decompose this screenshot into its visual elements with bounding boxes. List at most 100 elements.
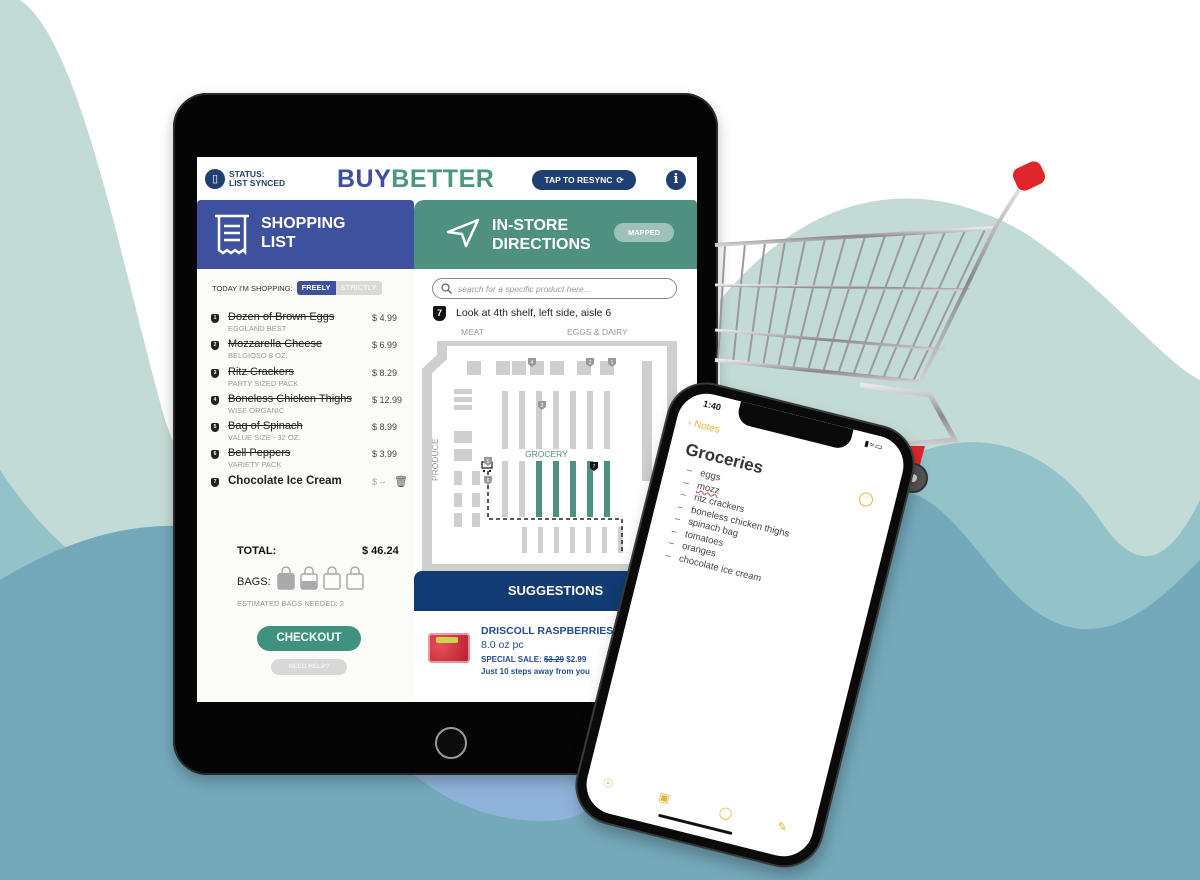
- checkout-button[interactable]: CHECKOUT: [257, 626, 361, 651]
- item-detail: EGGLAND BEST: [228, 324, 287, 333]
- side-shelf: [642, 361, 652, 481]
- checklist-icon[interactable]: ☉: [601, 775, 615, 791]
- item-number-badge: 6: [211, 450, 219, 460]
- item-price: $ 6.99: [372, 340, 398, 351]
- brand-better: BETTER: [391, 165, 495, 193]
- navigation-arrow-icon: [446, 218, 480, 248]
- suggestion-sale: SPECIAL SALE: $3.29 $2.99: [481, 655, 586, 664]
- refresh-icon: ⟳: [616, 174, 624, 185]
- bag-icon: [277, 566, 295, 590]
- svg-text:2: 2: [589, 360, 592, 366]
- produce-rack: [454, 397, 472, 402]
- step-number-badge: 7: [433, 306, 446, 321]
- tab-in-store-directions[interactable]: IN-STORE DIRECTIONS MAPPED: [414, 200, 697, 269]
- tab-shopping-list[interactable]: SHOPPING LIST: [197, 200, 414, 269]
- svg-text:4: 4: [531, 360, 534, 366]
- aisle-shelf-highlight: [604, 461, 610, 517]
- top-shelf: [496, 361, 510, 375]
- receipt-icon: [215, 214, 249, 256]
- top-shelf: [512, 361, 526, 375]
- aisle-shelf: [519, 461, 525, 517]
- item-number-badge: 1: [211, 314, 219, 323]
- item-number-badge: 7: [211, 477, 219, 487]
- compose-icon[interactable]: ✎: [776, 819, 789, 835]
- svg-text:6: 6: [487, 478, 490, 484]
- trash-icon[interactable]: 🗑: [394, 475, 408, 488]
- bags-estimate: ESTIMATED BAGS NEEDED: 2: [237, 599, 344, 608]
- note-list[interactable]: – eggs – mozz – ritz crackers – boneless chicke…: [664, 464, 800, 589]
- produce-bin: [472, 471, 480, 485]
- mapped-badge: MAPPED: [614, 223, 674, 242]
- mode-strictly[interactable]: STRICTLY: [335, 281, 382, 295]
- item-detail: PARTY SIZED PACK: [228, 378, 299, 388]
- total-label: TOTAL:: [237, 545, 277, 557]
- svg-text:1: 1: [611, 360, 614, 366]
- shopping-mode-label: TODAY I'M SHOPPING:: [212, 283, 293, 293]
- item-name: Bell Peppers: [228, 447, 291, 460]
- item-price: $ 3.99: [372, 449, 398, 460]
- svg-text:3: 3: [541, 403, 544, 409]
- aisle-shelf: [502, 391, 508, 449]
- camera-icon[interactable]: ▣: [657, 789, 671, 805]
- new-price: $2.99: [566, 655, 587, 664]
- map-marker-6[interactable]: 6: [484, 476, 492, 485]
- produce-bin: [472, 513, 480, 527]
- cart-handle-grip: [1012, 161, 1046, 191]
- shopping-mode-toggle[interactable]: FREELY STRICTLY: [296, 281, 382, 295]
- item-price: $ 8.29: [372, 367, 398, 378]
- produce-bin: [454, 513, 462, 527]
- old-price: $3.29: [543, 655, 565, 664]
- top-shelf: [550, 361, 564, 375]
- list-item[interactable]: 5 Bag of Spinach VALUE SIZE - 32 OZ. $ 8…: [211, 420, 411, 447]
- checkout-lane: [570, 527, 575, 553]
- bags-label: BAGS:: [237, 576, 271, 588]
- search-icon: [441, 283, 452, 294]
- status-value: LIST SYNCED: [229, 178, 286, 188]
- notes-back-button[interactable]: ‹ Notes: [687, 417, 721, 435]
- total-value: $ 46.24: [362, 545, 399, 557]
- brand-logo: BUYBETTER: [337, 165, 494, 194]
- produce-bin: [454, 493, 462, 507]
- zone-grocery: GROCERY: [525, 449, 568, 459]
- markup-pen-icon[interactable]: ◯: [717, 804, 733, 821]
- item-number-badge: 4: [211, 395, 219, 405]
- list-item[interactable]: 1 Dozen of Brown Eggs EGGLAND BEST $ 4.9…: [211, 311, 411, 338]
- shopping-list-panel: TODAY I'M SHOPPING: FREELY STRICTLY 1 Do…: [197, 269, 414, 702]
- zone-eggs-dairy: EGGS & DAIRY: [567, 327, 628, 337]
- mode-freely[interactable]: FREELY: [296, 281, 336, 295]
- aisle-shelf: [536, 391, 542, 449]
- tab-directions-line2: DIRECTIONS: [492, 236, 591, 253]
- item-name: Boneless Chicken Thighs: [228, 392, 352, 405]
- cart-wire: [717, 244, 726, 363]
- top-shelf: [467, 361, 481, 375]
- bag-icon: [300, 566, 318, 590]
- product-search[interactable]: [432, 278, 677, 299]
- list-item[interactable]: 2 Mozzarella Cheese BELGIOSO 8 OZ. $ 6.9…: [211, 338, 411, 365]
- tablet-home-button[interactable]: [435, 727, 467, 759]
- tab-shopping-label: SHOPPING LIST: [261, 214, 345, 252]
- bags-indicator: [277, 566, 364, 590]
- more-options-icon[interactable]: ⋯: [857, 491, 875, 509]
- list-item[interactable]: 4 Boneless Chicken Thighs WISE ORGANIC $…: [211, 393, 411, 420]
- sync-status-icon: ▯: [205, 169, 225, 189]
- map-marker-5[interactable]: 5: [484, 457, 492, 466]
- item-detail: WISE ORGANIC: [228, 405, 285, 415]
- aisle-shelf: [519, 391, 525, 449]
- list-item-active[interactable]: 7 Chocolate Ice Cream $ -- 🗑: [211, 475, 411, 502]
- svg-text:7: 7: [593, 464, 596, 470]
- aisle-shelf-highlight: [536, 461, 542, 517]
- aisle-shelf: [502, 461, 508, 517]
- tab-shopping-line2: LIST: [261, 234, 296, 251]
- suggestion-product: DRISCOLL RASPBERRIES: [481, 625, 614, 637]
- list-item[interactable]: 6 Bell Peppers VARIETY PACK $ 3.99: [211, 447, 411, 474]
- list-item[interactable]: 3 Ritz Crackers PARTY SIZED PACK $ 8.29: [211, 366, 411, 393]
- search-input[interactable]: [458, 283, 668, 294]
- need-help-button[interactable]: NEED HELP?: [271, 659, 347, 675]
- produce-rack: [454, 389, 472, 394]
- info-button[interactable]: i: [666, 170, 686, 190]
- aisle-shelf: [553, 391, 559, 449]
- checkout-lane: [602, 527, 607, 553]
- aisle-shelf: [604, 391, 610, 449]
- aisle-shelf-highlight: [553, 461, 559, 517]
- resync-button[interactable]: TAP TO RESYNC ⟳: [532, 170, 636, 190]
